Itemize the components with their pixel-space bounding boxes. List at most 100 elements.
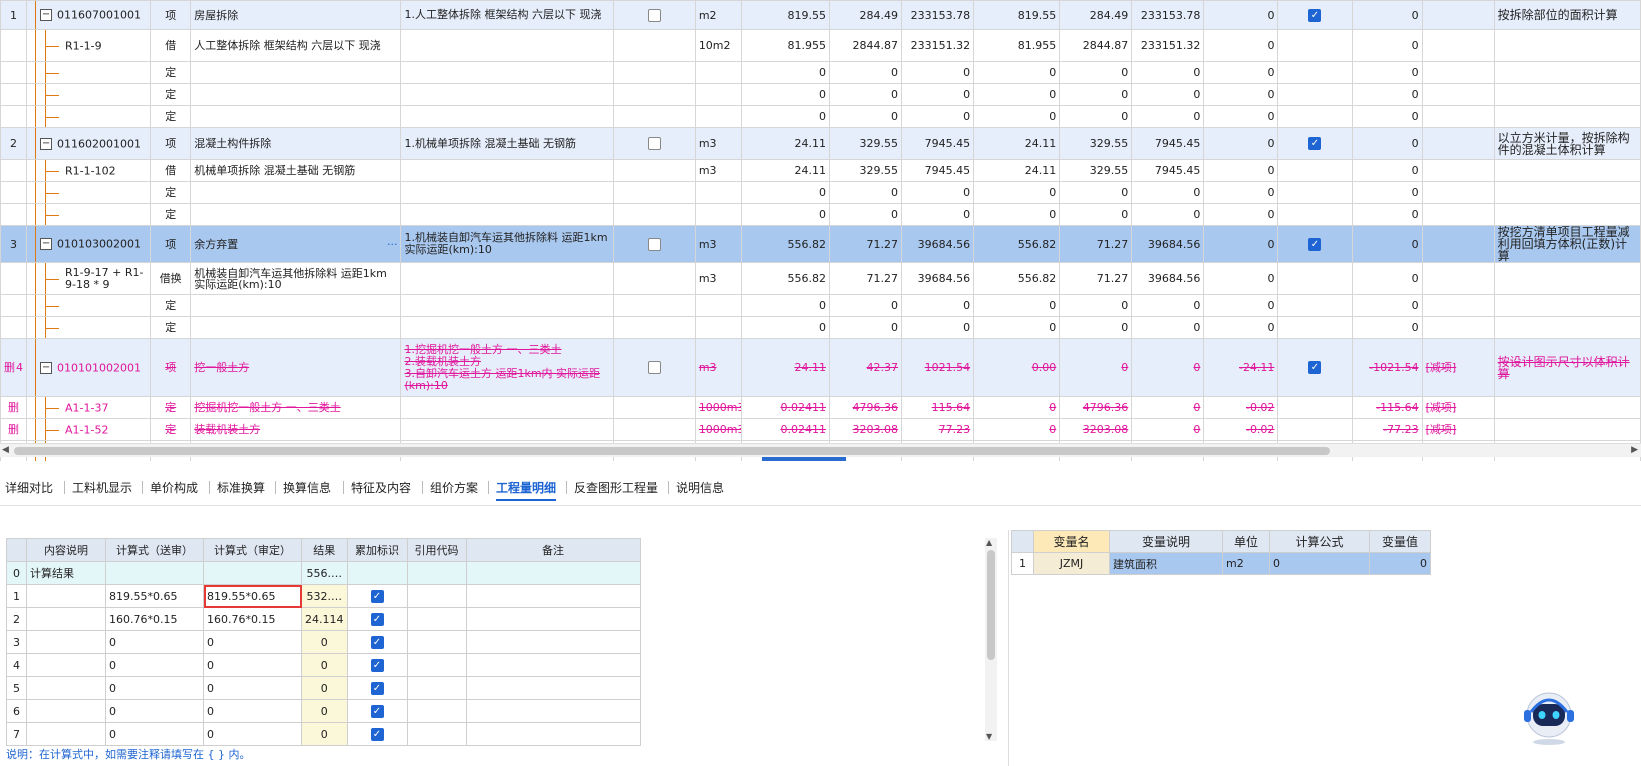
checkbox[interactable] (647, 361, 661, 374)
check-cell[interactable] (1277, 159, 1353, 182)
checkbox-checked[interactable]: ✓ (1308, 237, 1322, 251)
check-cell[interactable] (612, 316, 696, 339)
remark[interactable] (465, 676, 641, 700)
formula-submitted[interactable]: 819.55*0.65 (105, 584, 204, 608)
formula-approved[interactable]: 0 (203, 699, 302, 723)
check-cell[interactable] (612, 61, 696, 84)
formula-submitted[interactable] (105, 561, 204, 585)
name-cell[interactable]: 机械单项拆除 混凝土基础 无钢筋 (190, 159, 402, 182)
checkbox-checked[interactable]: ✓ (1308, 8, 1322, 22)
accumulate-check[interactable]: ✓ (346, 653, 408, 677)
name-cell[interactable]: 房屋拆除 (190, 0, 402, 30)
code-cell[interactable]: −011607001001 (26, 0, 152, 30)
more-icon[interactable]: ··· (387, 239, 398, 250)
name-cell[interactable] (190, 105, 402, 128)
check-cell[interactable] (1277, 203, 1353, 226)
formula-submitted[interactable]: 0 (105, 630, 204, 654)
check-cell[interactable] (612, 396, 696, 419)
remark[interactable] (465, 699, 641, 723)
checkbox-checked[interactable]: ✓ (370, 681, 384, 695)
tab-0[interactable]: 详细对比 (5, 479, 53, 496)
remark[interactable] (465, 607, 641, 631)
collapse-icon[interactable]: − (40, 9, 53, 21)
feature-cell[interactable]: 1.机械装自卸汽车运其他拆除料 运距1km 实际运距(km):10 (400, 225, 614, 263)
code-cell[interactable]: −010103002001 (26, 225, 152, 263)
code-cell[interactable]: R1-1-102 (26, 159, 152, 182)
tab-7[interactable]: 工程量明细 (496, 479, 557, 501)
name-cell[interactable]: 机械装自卸汽车运其他拆除料 运距1km 实际运距(km):10 (190, 262, 402, 295)
check-cell[interactable] (612, 181, 696, 204)
check-cell[interactable] (612, 29, 696, 62)
feature-cell[interactable] (400, 316, 614, 339)
feature-cell[interactable]: 1.挖掘机挖一般土方 一、三类土 2.装载机装土方 3.自卸汽车运土方 运距1k… (400, 338, 614, 397)
formula-approved[interactable] (203, 561, 302, 585)
name-cell[interactable] (190, 294, 402, 317)
scroll-up-icon[interactable]: ▲ (986, 538, 992, 547)
code-cell[interactable]: R1-1-9 (26, 29, 152, 62)
name-cell[interactable] (190, 61, 402, 84)
formula-submitted[interactable]: 0 (105, 653, 204, 677)
formula-approved[interactable]: 0 (203, 722, 302, 746)
content-desc[interactable] (26, 653, 106, 677)
accumulate-check[interactable]: ✓ (346, 676, 408, 700)
vertical-scroll-thumb[interactable] (987, 550, 995, 660)
checkbox-checked[interactable]: ✓ (370, 704, 384, 718)
ref-code[interactable] (406, 607, 467, 631)
variable-value[interactable]: 0 (1369, 552, 1431, 575)
code-cell[interactable]: R1-9-17 + R1-9-18 * 9 (26, 262, 152, 295)
remark[interactable] (465, 722, 641, 746)
content-desc[interactable] (26, 722, 106, 746)
check-cell[interactable] (1277, 29, 1353, 62)
bill-row[interactable]: 删4−010101002001 项挖一般土方 1.挖掘机挖一般土方 一、三类土 2.… (0, 338, 1641, 397)
tab-2[interactable]: 单价构成 (150, 479, 198, 496)
detail-row[interactable]: 4 0 0 0 ✓ (6, 653, 641, 677)
checkbox[interactable] (647, 8, 661, 22)
bill-row[interactable]: 1−011607001001 项房屋拆除 1.人工整体拆除 框架结构 六层以下 现浇… (0, 0, 1641, 30)
check-cell[interactable] (1277, 418, 1353, 441)
check-cell[interactable] (1277, 294, 1353, 317)
check-cell[interactable] (612, 127, 696, 160)
name-cell[interactable]: 混凝土构件拆除 (190, 127, 402, 160)
tab-3[interactable]: 标准换算 (217, 479, 265, 496)
collapse-icon[interactable]: − (40, 137, 53, 150)
name-cell[interactable]: 挖一般土方 (190, 338, 402, 397)
bill-row[interactable]: 2−011602001001 项混凝土构件拆除 1.机械单项拆除 混凝土基础 无钢筋… (0, 127, 1641, 160)
check-cell[interactable] (612, 338, 696, 397)
name-cell[interactable]: 余方弃置 ··· (190, 225, 402, 263)
ref-code[interactable] (406, 653, 467, 677)
accumulate-check[interactable]: ✓ (346, 699, 408, 723)
code-cell[interactable] (26, 83, 152, 106)
check-cell[interactable] (612, 105, 696, 128)
content-desc[interactable] (26, 607, 106, 631)
checkbox-checked[interactable]: ✓ (370, 612, 384, 626)
bill-row[interactable]: R1-9-17 + R1-9-18 * 9 借换 机械装自卸汽车运其他拆除料 运距1… (0, 262, 1641, 295)
bill-row[interactable]: 定00000000 (0, 83, 1641, 106)
checkbox-checked[interactable]: ✓ (370, 589, 384, 603)
variable-unit[interactable]: m2 (1222, 552, 1270, 575)
tab-4[interactable]: 换算信息 (283, 479, 331, 496)
formula-approved[interactable]: 0 (203, 676, 302, 700)
collapse-icon[interactable]: − (40, 361, 53, 374)
assistant-robot-icon[interactable] (1520, 688, 1578, 746)
detail-row[interactable]: 1 819.55*0.65 819.55*0.65 532.… ✓ (6, 584, 641, 608)
check-cell[interactable] (612, 203, 696, 226)
feature-cell[interactable] (400, 396, 614, 419)
feature-cell[interactable] (400, 181, 614, 204)
check-cell[interactable] (612, 225, 696, 263)
formula-submitted[interactable]: 0 (105, 676, 204, 700)
feature-cell[interactable] (400, 61, 614, 84)
checkbox-checked[interactable]: ✓ (370, 635, 384, 649)
detail-row[interactable]: 5 0 0 0 ✓ (6, 676, 641, 700)
remark[interactable] (465, 561, 641, 585)
bill-row[interactable]: 定00000000 (0, 203, 1641, 226)
code-cell[interactable] (26, 181, 152, 204)
detail-row[interactable]: 7 0 0 0 ✓ (6, 722, 641, 746)
check-cell[interactable] (1277, 181, 1353, 204)
name-cell[interactable] (190, 181, 402, 204)
feature-cell[interactable] (400, 294, 614, 317)
bill-row[interactable]: 删 A1-1-52 定装载机装土方 1000m3 0.02411 3203.08 77.23… (0, 418, 1641, 441)
tab-8[interactable]: 反查图形工程量 (574, 479, 658, 496)
check-cell[interactable]: ✓ (1277, 127, 1353, 160)
name-cell[interactable] (190, 203, 402, 226)
variable-row[interactable]: 1 JZMJ 建筑面积 m2 0 0 (1011, 552, 1431, 575)
